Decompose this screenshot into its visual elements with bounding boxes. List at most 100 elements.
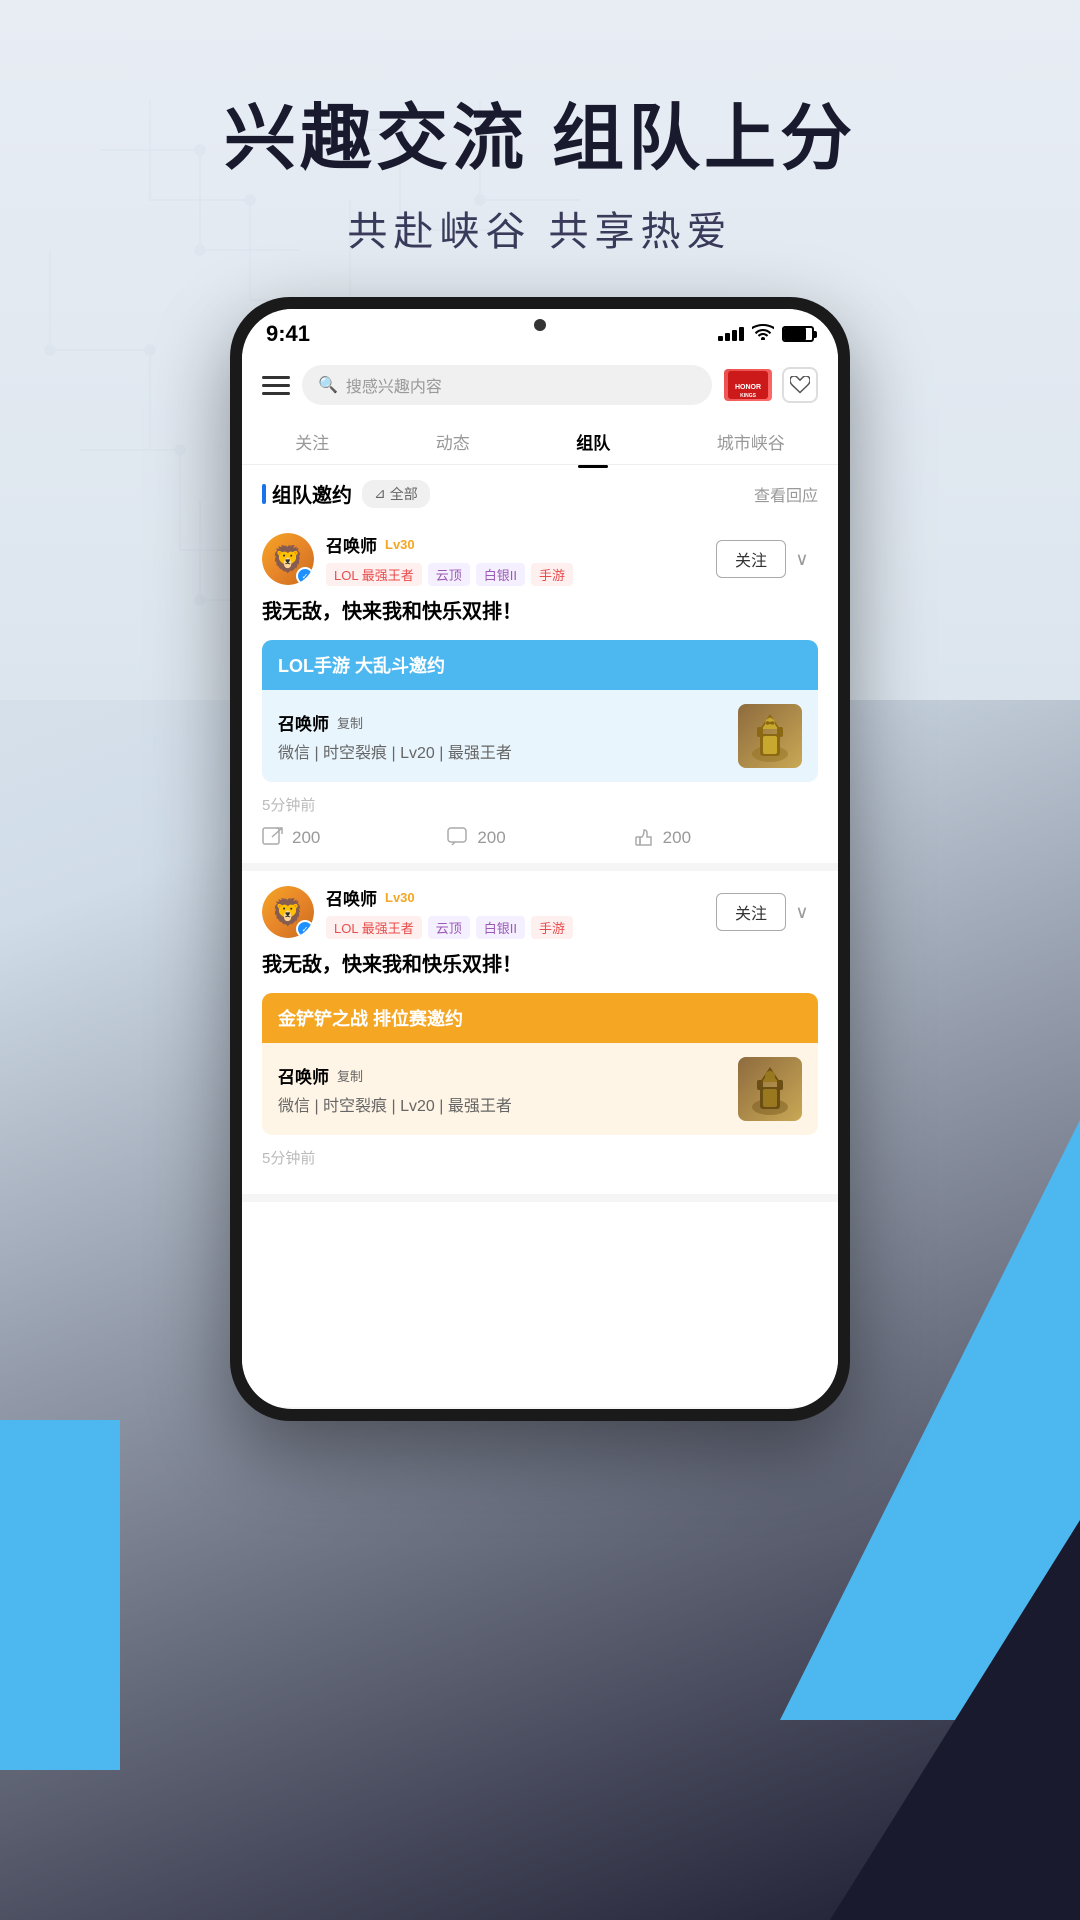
camera-notch (534, 319, 546, 331)
invite-card-header-1: LOL手游 大乱斗邀约 (262, 640, 818, 690)
comment-action-1[interactable]: 200 (447, 827, 632, 849)
invite-user-info-1: 召唤师 复制 微信 | 时空裂痕 | Lv20 | 最强王者 (278, 710, 512, 763)
tab-follow[interactable]: 关注 (279, 423, 345, 460)
battery-fill (784, 328, 806, 340)
like-action-1[interactable]: 200 (633, 827, 818, 849)
tag-yunding-2: 云顶 (428, 916, 470, 939)
share-count-1: 200 (292, 828, 320, 848)
tag-mobile-2: 手游 (531, 916, 573, 939)
signal-bar-4 (739, 327, 744, 341)
header-subtitle: 共赴峡谷 共享热爱 (224, 199, 856, 257)
filter-label: 全部 (390, 484, 418, 504)
header-section: 兴趣交流 组队上分 共赴峡谷 共享热爱 (224, 0, 856, 257)
tag-silver-1: 白银II (476, 563, 525, 586)
section-title-text: 组队邀约 (272, 479, 352, 508)
user-info-1: 召唤师 Lv30 LOL 最强王者 云顶 白银II 手游 (326, 532, 716, 586)
invite-user-info-2: 召唤师 复制 微信 | 时空裂痕 | Lv20 | 最强王者 (278, 1063, 512, 1116)
post-time-2: 5分钟前 (262, 1147, 818, 1168)
svg-text:HONOR: HONOR (735, 384, 761, 391)
invite-card-1: LOL手游 大乱斗邀约 召唤师 复制 微信 | 时空裂痕 | Lv20 | 最强… (262, 640, 818, 782)
level-badge-1: Lv30 (385, 537, 415, 552)
user-tags-2: LOL 最强王者 云顶 白银II 手游 (326, 916, 716, 939)
like-icon-1 (633, 827, 655, 849)
post-card-2: 🦁 ✓ 召唤师 Lv30 LOL 最强王者 云顶 白银II 手游 (242, 871, 838, 1202)
avatar-2: 🦁 ✓ (262, 886, 314, 938)
invite-details-1: 微信 | 时空裂痕 | Lv20 | 最强王者 (278, 739, 512, 763)
invite-username-1: 召唤师 复制 (278, 710, 512, 735)
header-title: 兴趣交流 组队上分 (224, 100, 856, 179)
tab-city[interactable]: 城市峡谷 (701, 423, 801, 460)
section-bar (262, 484, 266, 504)
search-placeholder: 搜感兴趣内容 (346, 373, 442, 397)
menu-line-2 (262, 384, 290, 387)
tab-dynamic[interactable]: 动态 (420, 423, 486, 460)
invite-name-text-1: 召唤师 (278, 710, 329, 735)
copy-button-1[interactable]: 复制 (337, 713, 363, 732)
signal-bar-1 (718, 336, 723, 341)
username-1: 召唤师 (326, 532, 377, 557)
invite-card-body-2: 召唤师 复制 微信 | 时空裂痕 | Lv20 | 最强王者 (262, 1043, 818, 1135)
avatar-1: 🦁 ✓ (262, 533, 314, 585)
nav-tabs: 关注 动态 组队 城市峡谷 (242, 415, 838, 465)
invite-card-body-1: 召唤师 复制 微信 | 时空裂痕 | Lv20 | 最强王者 (262, 690, 818, 782)
filter-icon: ⊿ (374, 485, 386, 502)
share-action-1[interactable]: 200 (262, 827, 447, 849)
menu-icon[interactable] (262, 376, 290, 395)
filter-button[interactable]: ⊿ 全部 (362, 480, 430, 508)
section-title-group: 组队邀约 ⊿ 全部 (262, 479, 430, 508)
section-title: 组队邀约 (262, 479, 352, 508)
avatar-badge-1: ✓ (296, 567, 314, 585)
expand-button-1[interactable]: ∨ (786, 543, 818, 575)
menu-line-1 (262, 376, 290, 379)
status-time: 9:41 (266, 321, 310, 347)
copy-button-2[interactable]: 复制 (337, 1066, 363, 1085)
tag-mobile-1: 手游 (531, 563, 573, 586)
post-content-2: 我无敌，快来我和快乐双排！ (262, 951, 818, 979)
game-logo: HONOR KINGS (724, 369, 772, 401)
post-actions-1: 200 200 200 (262, 827, 818, 849)
svg-text:KINGS: KINGS (740, 393, 757, 399)
see-more-link[interactable]: 查看回应 (754, 482, 818, 506)
share-icon-1 (262, 827, 284, 849)
comment-count-1: 200 (477, 828, 505, 848)
tag-yunding-1: 云顶 (428, 563, 470, 586)
comment-icon-1 (447, 827, 469, 849)
invite-username-2: 召唤师 复制 (278, 1063, 512, 1088)
section-header: 组队邀约 ⊿ 全部 查看回应 (242, 465, 838, 518)
post-card-1: 🦁 ✓ 召唤师 Lv30 LOL 最强王者 云顶 白银II 手游 (242, 518, 838, 871)
tag-lol-2: LOL 最强王者 (326, 916, 422, 939)
tag-silver-2: 白银II (476, 916, 525, 939)
invite-card-2: 金铲铲之战 排位赛邀约 召唤师 复制 微信 | 时空裂痕 | Lv20 | 最强… (262, 993, 818, 1135)
user-name-row-1: 召唤师 Lv30 (326, 532, 716, 557)
invite-card-header-2: 金铲铲之战 排位赛邀约 (262, 993, 818, 1043)
game-character-2 (738, 1057, 802, 1121)
game-character-1 (738, 704, 802, 768)
top-bar: 🔍 搜感兴趣内容 HONOR KINGS (242, 355, 838, 415)
heart-button[interactable] (782, 367, 818, 403)
status-bar: 9:41 (242, 309, 838, 355)
avatar-badge-2: ✓ (296, 920, 314, 938)
post-header-1: 🦁 ✓ 召唤师 Lv30 LOL 最强王者 云顶 白银II 手游 (262, 532, 818, 586)
like-count-1: 200 (663, 828, 691, 848)
status-icons (718, 324, 814, 345)
wifi-icon (752, 324, 774, 345)
follow-button-2[interactable]: 关注 (716, 893, 786, 931)
expand-button-2[interactable]: ∨ (786, 896, 818, 928)
user-name-row-2: 召唤师 Lv30 (326, 885, 716, 910)
battery-icon (782, 326, 814, 342)
username-2: 召唤师 (326, 885, 377, 910)
post-time-1: 5分钟前 (262, 794, 818, 815)
search-bar[interactable]: 🔍 搜感兴趣内容 (302, 365, 712, 405)
post-content-1: 我无敌，快来我和快乐双排！ (262, 598, 818, 626)
top-bar-right: HONOR KINGS (724, 367, 818, 403)
user-info-2: 召唤师 Lv30 LOL 最强王者 云顶 白银II 手游 (326, 885, 716, 939)
tag-lol-1: LOL 最强王者 (326, 563, 422, 586)
signal-bars (718, 327, 744, 341)
tab-team[interactable]: 组队 (560, 423, 626, 460)
signal-bar-2 (725, 333, 730, 341)
menu-line-3 (262, 392, 290, 395)
post-header-2: 🦁 ✓ 召唤师 Lv30 LOL 最强王者 云顶 白银II 手游 (262, 885, 818, 939)
follow-button-1[interactable]: 关注 (716, 540, 786, 578)
invite-details-2: 微信 | 时空裂痕 | Lv20 | 最强王者 (278, 1092, 512, 1116)
invite-name-text-2: 召唤师 (278, 1063, 329, 1088)
